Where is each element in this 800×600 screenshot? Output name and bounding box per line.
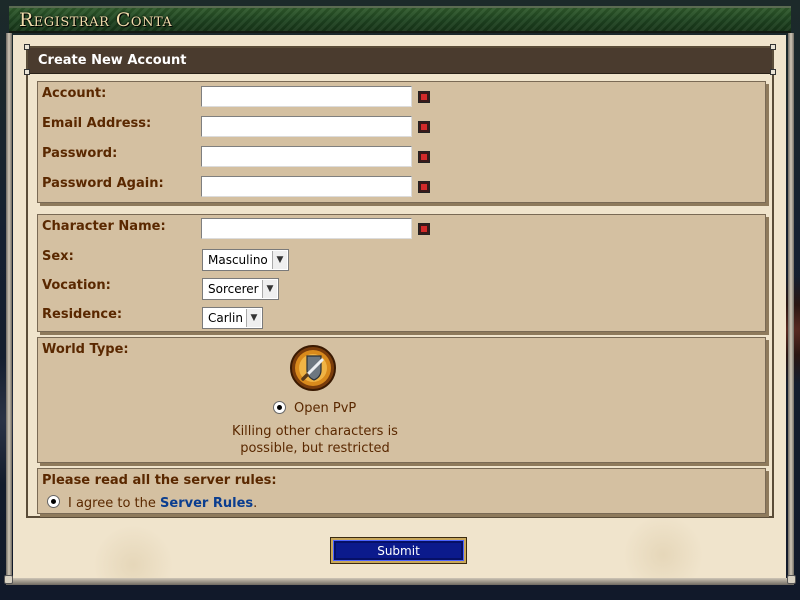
title-bar: Registrar Conta — [9, 6, 791, 33]
vocation-label: Vocation: — [42, 278, 111, 293]
residence-select[interactable]: Carlin ▼ — [202, 307, 263, 329]
open-pvp-label: Open PvP — [294, 401, 357, 416]
character-panel: Character Name: Sex: Masculino ▼ Vocatio… — [37, 214, 766, 332]
required-marker-icon — [418, 181, 430, 193]
frame-left-border — [6, 33, 12, 581]
box-corner — [770, 44, 776, 50]
sex-label: Sex: — [42, 249, 74, 264]
agree-prefix: I agree to the — [68, 496, 156, 511]
create-account-form: Create New Account Account: Email Addres… — [24, 44, 776, 518]
agree-rules-text: I agree to the Server Rules. — [68, 496, 257, 511]
world-type-label: World Type: — [42, 342, 129, 357]
box-corner — [24, 69, 30, 75]
form-header-title: Create New Account — [38, 53, 187, 68]
account-input[interactable] — [201, 86, 412, 107]
required-marker-icon — [418, 151, 430, 163]
agree-suffix: . — [253, 496, 258, 511]
server-rules-link[interactable]: Server Rules — [160, 496, 253, 511]
password-input[interactable] — [201, 146, 412, 167]
character-name-input[interactable] — [201, 218, 412, 239]
account-panel: Account: Email Address: Password: Passwo… — [37, 81, 766, 203]
password-label: Password: — [42, 146, 118, 161]
sex-selected-value: Masculino — [208, 253, 268, 267]
required-marker-icon — [418, 91, 430, 103]
rules-panel: Please read all the server rules: I agre… — [37, 468, 766, 514]
box-corner — [770, 69, 776, 75]
window-title: Registrar Conta — [19, 9, 173, 31]
email-label: Email Address: — [42, 116, 152, 131]
email-input[interactable] — [201, 116, 412, 137]
box-corner — [24, 44, 30, 50]
open-pvp-description-line1: Killing other characters is — [232, 424, 398, 439]
character-name-label: Character Name: — [42, 219, 166, 234]
chevron-down-icon[interactable]: ▼ — [272, 251, 287, 269]
vocation-selected-value: Sorcerer — [208, 282, 259, 296]
open-pvp-description-line2: possible, but restricted — [240, 441, 390, 456]
residence-selected-value: Carlin — [208, 311, 243, 325]
frame-bottom-border — [6, 578, 794, 585]
frame-corner-bottom-right — [787, 575, 796, 584]
vocation-select[interactable]: Sorcerer ▼ — [202, 278, 279, 300]
required-marker-icon — [418, 121, 430, 133]
world-type-panel: World Type: Open PvP Killing other chara… — [37, 337, 766, 463]
account-label: Account: — [42, 86, 107, 101]
residence-label: Residence: — [42, 307, 123, 322]
sword-shield-icon — [290, 345, 336, 391]
password-again-label: Password Again: — [42, 176, 164, 191]
form-header: Create New Account — [28, 48, 772, 74]
content-area: Create New Account Account: Email Addres… — [13, 35, 786, 578]
sex-select[interactable]: Masculino ▼ — [202, 249, 289, 271]
rules-heading: Please read all the server rules: — [42, 473, 277, 488]
submit-button[interactable]: Submit — [330, 537, 467, 564]
chevron-down-icon[interactable]: ▼ — [246, 309, 261, 327]
agree-rules-radio[interactable] — [47, 495, 60, 508]
password-again-input[interactable] — [201, 176, 412, 197]
frame-corner-bottom-left — [4, 575, 13, 584]
required-marker-icon — [418, 223, 430, 235]
open-pvp-radio[interactable] — [273, 401, 286, 414]
frame-right-border — [788, 33, 794, 581]
chevron-down-icon[interactable]: ▼ — [262, 280, 277, 298]
